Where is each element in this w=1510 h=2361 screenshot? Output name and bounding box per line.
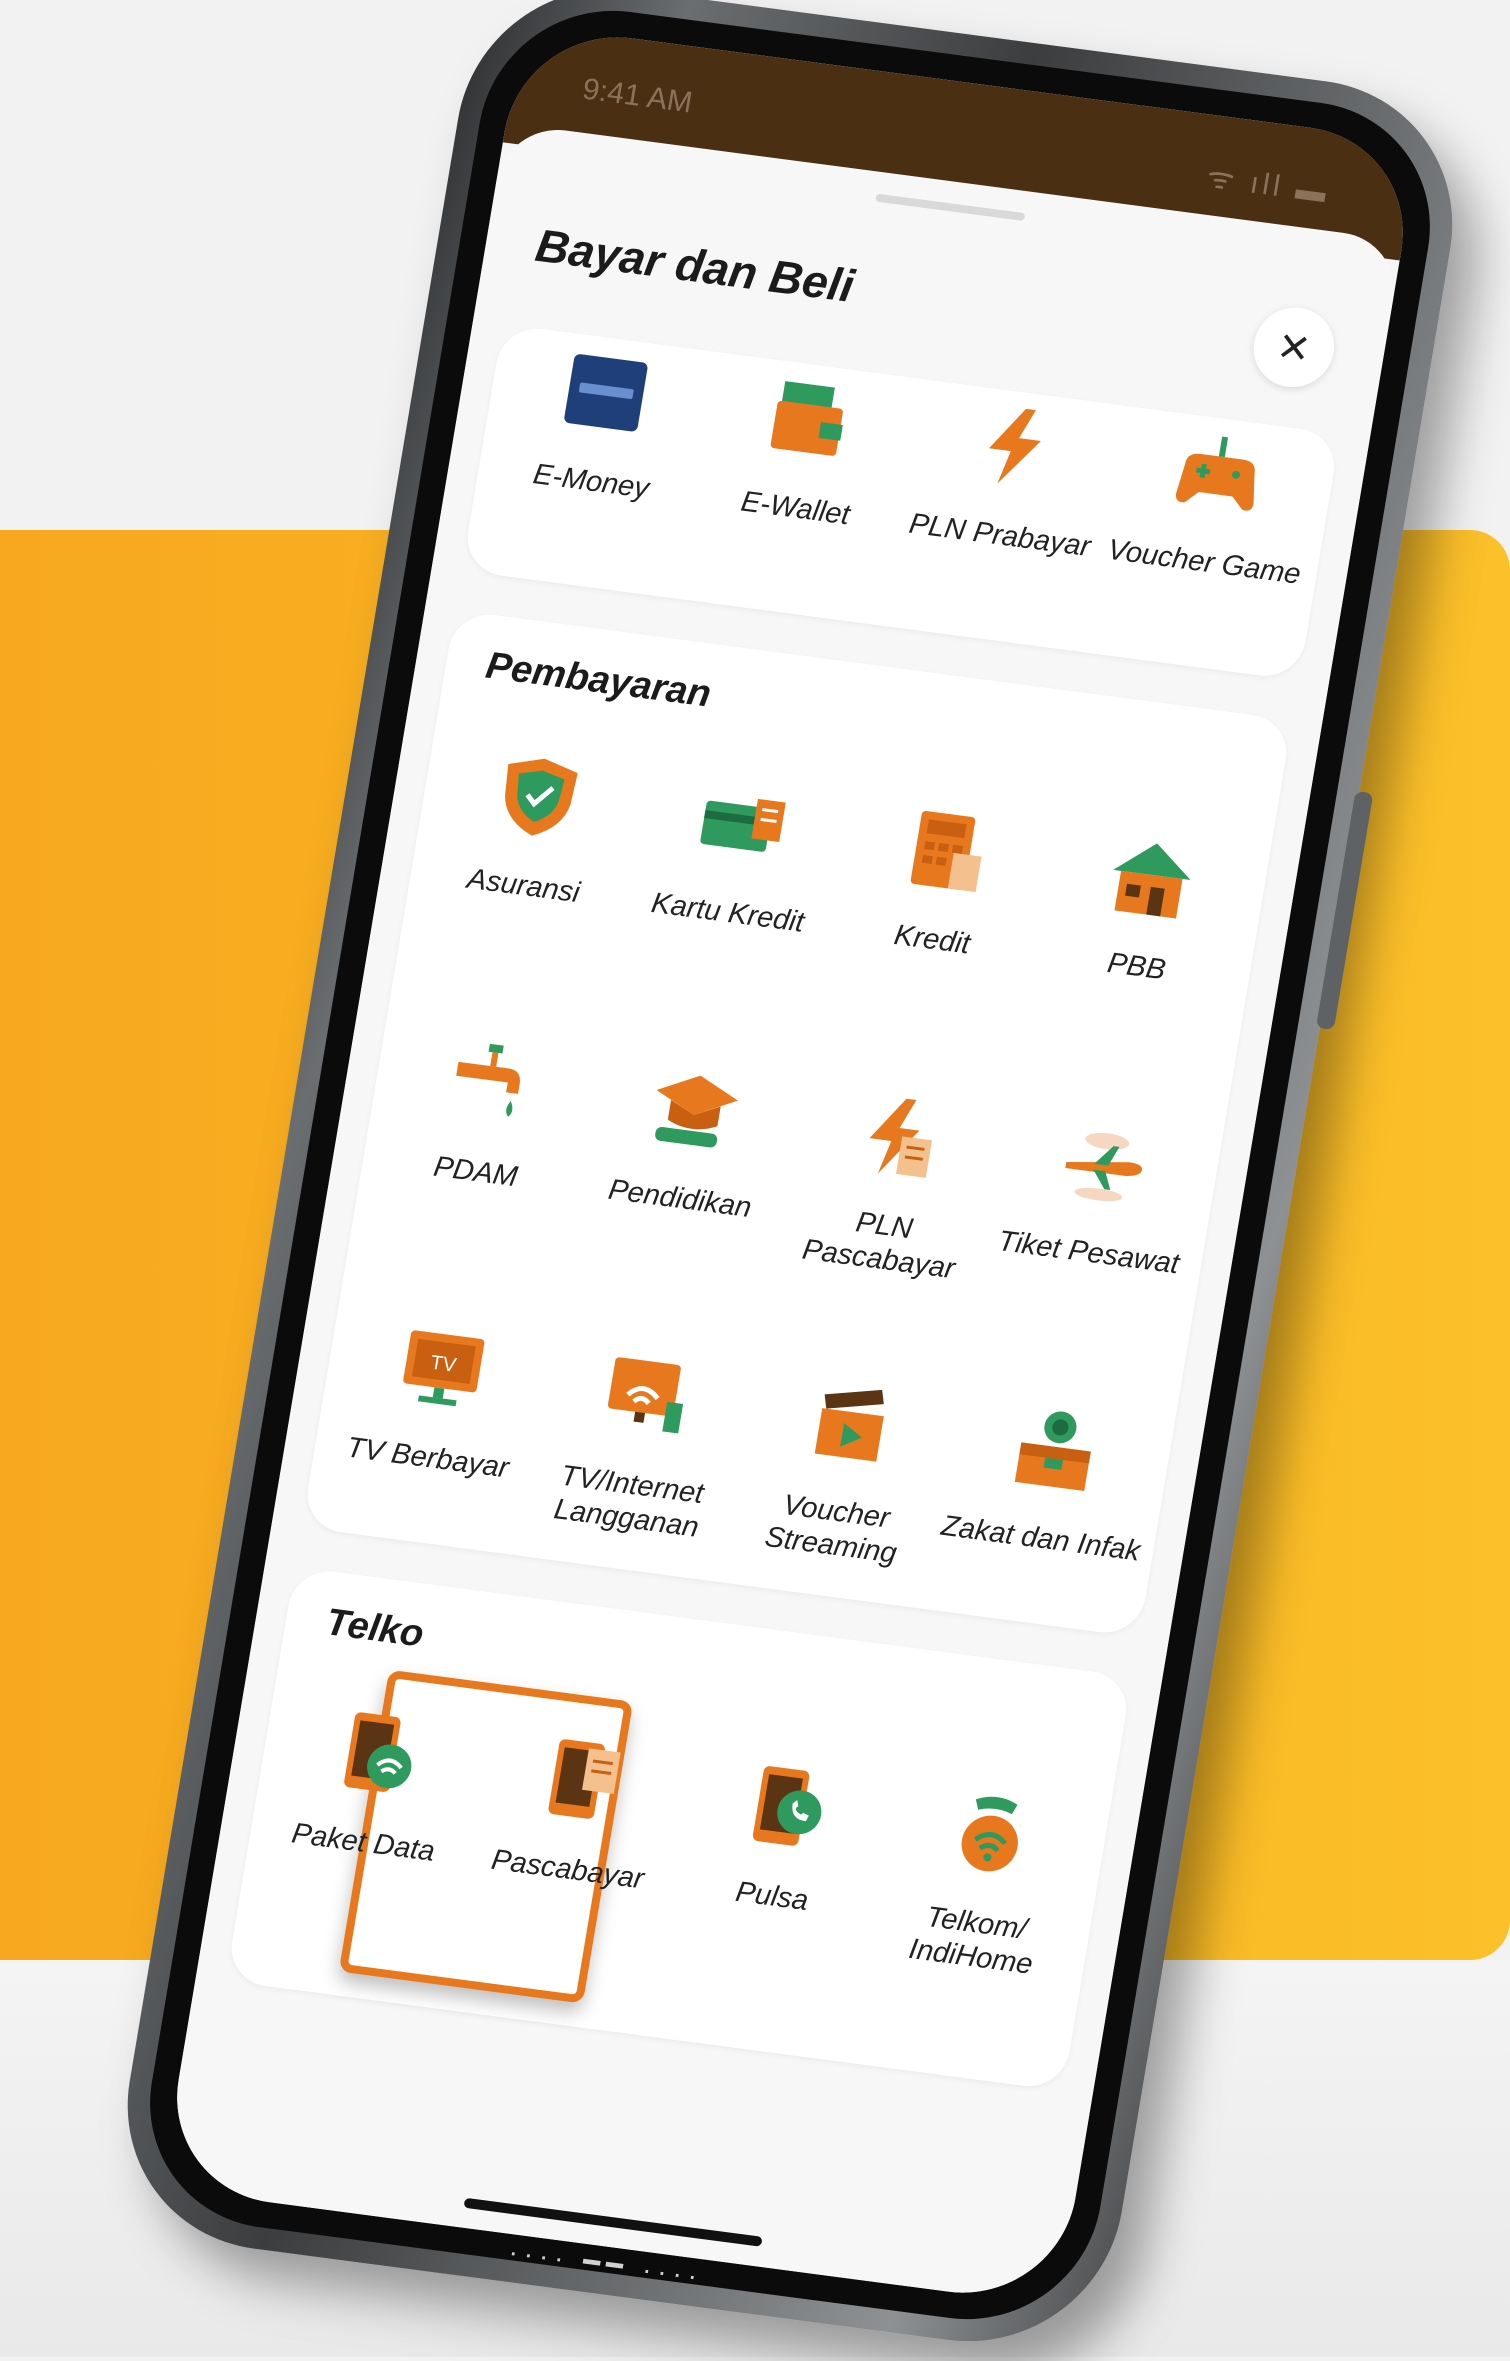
- service-item-pln-prabayar[interactable]: PLN Prabayar: [884, 389, 1125, 633]
- sheet-grabber[interactable]: [875, 193, 1026, 222]
- telko-card: Telko Paket Data Pascabayar Pulsa Telkom…: [225, 1566, 1133, 2092]
- service-label: Paket Data: [289, 1817, 438, 1868]
- graduation-cap-icon: [655, 1075, 738, 1148]
- service-label: Voucher Game: [1105, 533, 1304, 591]
- wallet-icon: [770, 381, 843, 456]
- status-time: 9:41 AM: [580, 72, 695, 120]
- service-item-zakat-dan-infak[interactable]: Zakat dan Infak: [923, 1372, 1169, 1645]
- service-label: Voucher Streaming: [762, 1489, 899, 1570]
- service-item-pendidikan[interactable]: Pendidikan: [562, 1033, 808, 1306]
- gamepad-icon: [1175, 436, 1255, 511]
- close-icon: ×: [1274, 316, 1314, 378]
- faucet-icon: [456, 1043, 520, 1117]
- tv-wifi-icon: [607, 1357, 684, 1434]
- telephone-wifi-icon: [961, 1796, 1018, 1872]
- service-item-voucher-streaming[interactable]: Voucher Streaming: [719, 1345, 965, 1618]
- service-label: Telkom/ IndiHome: [906, 1901, 1035, 1981]
- service-item-kredit[interactable]: Kredit: [814, 773, 1060, 1046]
- service-label: TV Berbayar: [344, 1431, 512, 1485]
- service-label: PDAM: [431, 1150, 520, 1194]
- service-item-pbb[interactable]: PBB: [1019, 800, 1265, 1073]
- emoney-card-icon: [564, 354, 648, 432]
- service-item-pascabayar[interactable]: Pascabayar: [450, 1703, 696, 1976]
- credit-card-icon: [700, 798, 786, 852]
- phone-call-icon: [752, 1766, 822, 1846]
- status-icons: ᯤ ıll ▬: [1204, 160, 1333, 210]
- service-item-e-wallet[interactable]: E-Wallet: [679, 362, 920, 606]
- airplane-icon: [1065, 1132, 1143, 1202]
- section-title-telko: Telko: [322, 1601, 427, 1656]
- service-item-pulsa[interactable]: Pulsa: [654, 1730, 900, 2003]
- service-label: Kartu Kredit: [649, 887, 807, 939]
- service-item-e-money[interactable]: E-Money: [475, 335, 716, 579]
- service-label: Pendidikan: [606, 1173, 754, 1225]
- service-label: Asuransi: [464, 862, 582, 910]
- clapperboard-icon: [814, 1389, 884, 1462]
- service-label: E-Wallet: [738, 485, 853, 532]
- service-item-tiket-pesawat[interactable]: Tiket Pesawat: [971, 1086, 1217, 1359]
- svg-text:TV: TV: [429, 1352, 459, 1377]
- tv-icon: TV: [403, 1330, 485, 1407]
- lightning-bill-icon: [869, 1098, 933, 1178]
- service-item-tv-internet-langganan[interactable]: TV/Internet Langganan: [514, 1319, 760, 1592]
- service-label: Kredit: [891, 919, 973, 961]
- calculator-icon: [910, 810, 982, 893]
- lightning-icon: [989, 408, 1041, 484]
- service-item-telkom-indihome[interactable]: Telkom/ IndiHome: [859, 1757, 1105, 2030]
- service-item-paket-data[interactable]: Paket Data: [245, 1676, 491, 1949]
- sheet-title: Bayar dan Beli: [532, 218, 858, 312]
- service-item-pln-pascabayar[interactable]: PLN Pascabayar: [766, 1059, 1012, 1332]
- service-item-pdam[interactable]: PDAM: [358, 1006, 604, 1279]
- service-label: PBB: [1105, 947, 1168, 987]
- service-label: PLN Pascabayar: [800, 1206, 958, 1286]
- service-item-tv-berbayar[interactable]: TV TV Berbayar: [310, 1292, 556, 1565]
- close-button[interactable]: ×: [1247, 302, 1341, 392]
- house-icon: [1113, 843, 1191, 919]
- phone-bill-icon: [548, 1739, 621, 1819]
- service-label: Zakat dan Infak: [938, 1509, 1143, 1568]
- service-item-voucher-game[interactable]: Voucher Game: [1088, 416, 1329, 660]
- service-label: Pulsa: [733, 1875, 811, 1917]
- service-label: Pascabayar: [489, 1843, 647, 1896]
- charity-box-icon: [1014, 1411, 1091, 1492]
- service-item-kartu-kredit[interactable]: Kartu Kredit: [610, 747, 856, 1020]
- phone-wifi-icon: [344, 1712, 412, 1792]
- pembayaran-card: Pembayaran Asuransi Kartu Kredit Kredit: [301, 609, 1293, 1638]
- service-item-asuransi[interactable]: Asuransi: [406, 720, 652, 993]
- section-title-pembayaran: Pembayaran: [482, 644, 714, 716]
- service-label: E-Money: [530, 458, 652, 505]
- service-label: Tiket Pesawat: [995, 1225, 1182, 1281]
- shield-icon: [505, 758, 578, 836]
- service-label: TV/Internet Langganan: [551, 1459, 706, 1544]
- service-label: PLN Prabayar: [906, 507, 1093, 564]
